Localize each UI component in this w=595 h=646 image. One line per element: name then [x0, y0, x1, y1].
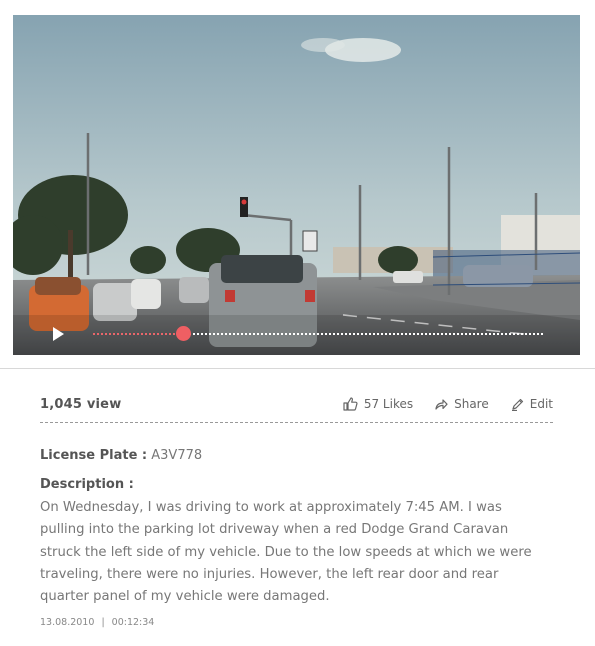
share-label: Share [454, 397, 489, 411]
timestamp: 13.08.2010 | 00:12:34 [40, 617, 154, 628]
progress-played [93, 333, 183, 335]
date: 13.08.2010 [40, 617, 95, 628]
video-player[interactable] [13, 15, 580, 355]
meta-separator: | [101, 617, 105, 628]
description-text: On Wednesday, I was driving to work at a… [40, 500, 532, 605]
progress-handle[interactable] [176, 326, 191, 341]
dashed-divider [40, 422, 553, 423]
video-progress-bar[interactable] [93, 326, 543, 341]
view-count: 1,045 view [40, 397, 122, 412]
video-frame [13, 15, 580, 355]
pencil-icon [511, 398, 523, 411]
divider [0, 368, 595, 369]
video-stats-bar: 1,045 view 57 Likes Share Edit [40, 397, 553, 417]
video-actions: 57 Likes Share Edit [343, 397, 553, 411]
time: 00:12:34 [111, 617, 155, 628]
share-arrow-icon [435, 399, 448, 410]
license-plate: License Plate : A3V778 [40, 448, 202, 463]
description-label: Description : [40, 477, 134, 492]
edit-label: Edit [529, 397, 553, 411]
edit-button[interactable]: Edit [511, 397, 553, 411]
share-button[interactable]: Share [435, 397, 489, 411]
plate-label: License Plate : [40, 448, 148, 463]
plate-value: A3V778 [151, 448, 203, 463]
thumbs-up-icon [343, 397, 358, 411]
likes-label: 57 Likes [363, 397, 414, 411]
play-icon[interactable] [49, 325, 67, 343]
like-button[interactable]: 57 Likes [343, 397, 413, 411]
